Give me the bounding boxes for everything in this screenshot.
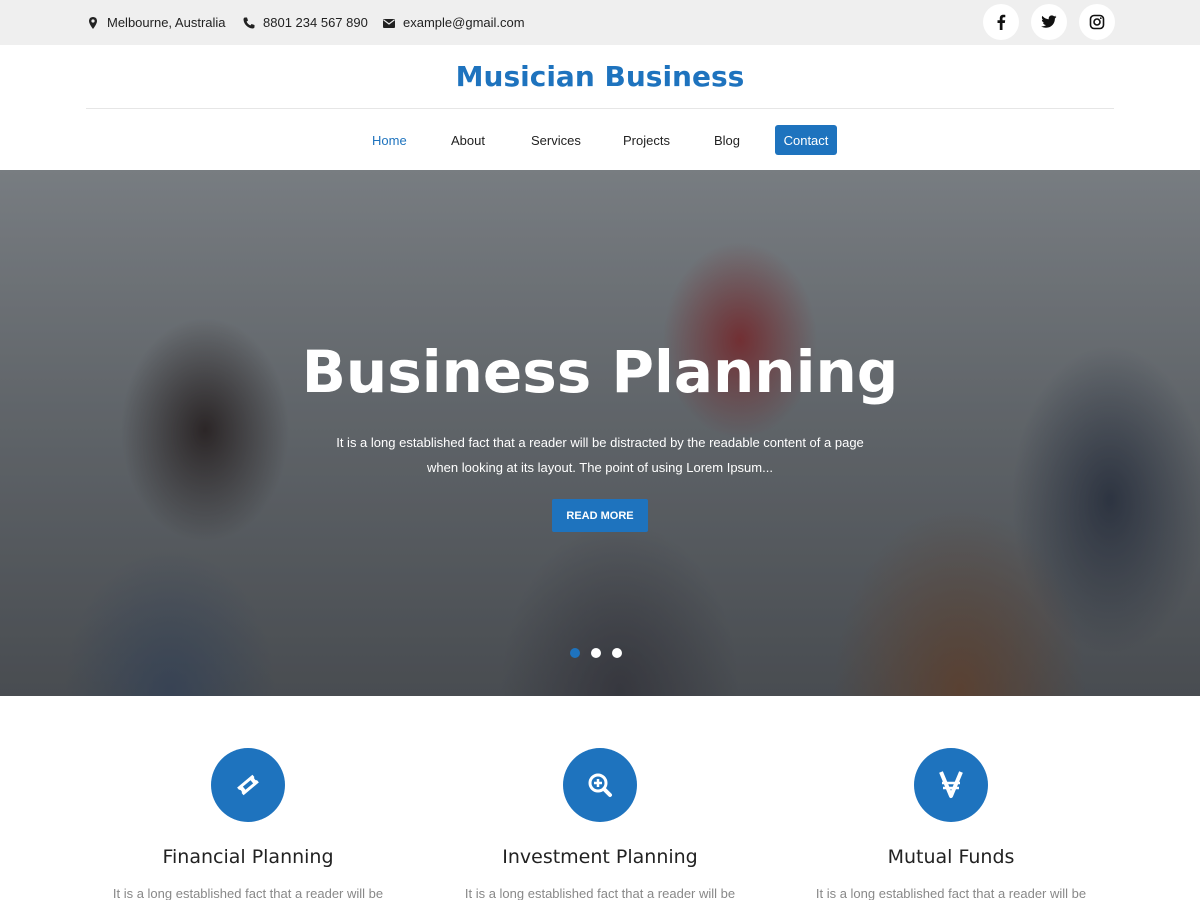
slider-dot-1[interactable] [570, 648, 580, 658]
feature-investment-planning: Investment Planning It is a long establi… [450, 748, 750, 900]
location-info: Melbourne, Australia [86, 15, 226, 30]
phone-text: 8801 234 567 890 [263, 15, 368, 30]
facebook-icon [997, 14, 1006, 30]
feature-title: Financial Planning [162, 846, 334, 868]
search-plus-icon [588, 773, 612, 797]
twitter-link[interactable] [1031, 4, 1067, 40]
header-divider [86, 108, 1114, 109]
feature-icon-circle [914, 748, 988, 822]
map-marker-icon [89, 16, 97, 29]
envelope-icon [383, 18, 395, 28]
email-info[interactable]: example@gmail.com [382, 15, 525, 30]
viacoin-icon [939, 771, 963, 798]
feature-mutual-funds: Mutual Funds It is a long established fa… [801, 748, 1101, 900]
phone-icon [243, 17, 255, 28]
feature-title: Mutual Funds [887, 846, 1015, 868]
email-text: example@gmail.com [403, 15, 525, 30]
top-bar: Melbourne, Australia 8801 234 567 890 ex… [0, 0, 1200, 45]
nav-blog[interactable]: Blog [714, 125, 740, 155]
feature-icon-circle [563, 748, 637, 822]
site-title[interactable]: Musician Business [0, 60, 1200, 93]
location-text: Melbourne, Australia [107, 15, 226, 30]
read-more-button[interactable]: READ MORE [552, 499, 648, 532]
phone-info[interactable]: 8801 234 567 890 [242, 15, 368, 30]
feature-text: It is a long established fact that a rea… [464, 886, 736, 900]
instagram-icon [1089, 14, 1105, 30]
slider-dot-3[interactable] [612, 648, 622, 658]
feature-icon-circle [211, 748, 285, 822]
hero-title: Business Planning [301, 338, 899, 406]
nav-about[interactable]: About [451, 125, 485, 155]
hero-slider: Business Planning It is a long establish… [0, 170, 1200, 696]
feature-text: It is a long established fact that a rea… [815, 886, 1087, 900]
facebook-link[interactable] [983, 4, 1019, 40]
twitter-icon [1041, 15, 1057, 28]
instagram-link[interactable] [1079, 4, 1115, 40]
feature-title: Investment Planning [502, 846, 698, 868]
nav-projects[interactable]: Projects [623, 125, 670, 155]
feature-text: It is a long established fact that a rea… [112, 886, 384, 900]
slider-dot-2[interactable] [591, 648, 601, 658]
nav-services[interactable]: Services [531, 125, 581, 155]
ticket-icon [237, 774, 259, 796]
hero-text: It is a long established fact that a rea… [336, 435, 864, 475]
nav-contact-button[interactable]: Contact [775, 125, 837, 155]
feature-financial-planning: Financial Planning It is a long establis… [98, 748, 398, 900]
nav-home[interactable]: Home [372, 125, 407, 155]
